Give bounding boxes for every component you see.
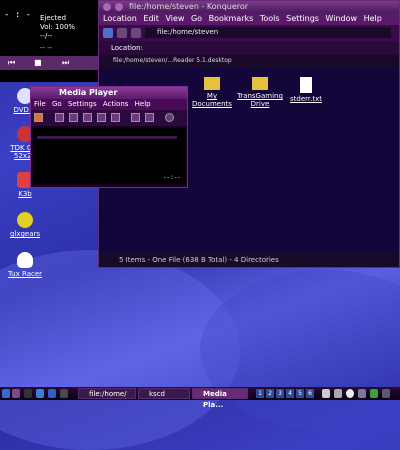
mp-menu-settings[interactable]: Settings <box>68 100 97 108</box>
task-media-player[interactable]: Media Pla... <box>192 388 248 409</box>
menu-tools[interactable]: Tools <box>260 14 280 23</box>
desktop-5[interactable]: 5 <box>296 389 304 398</box>
stop-icon[interactable] <box>69 113 78 122</box>
stop-icon[interactable]: ■ <box>34 58 42 67</box>
konqueror-menubar: Location Edit View Go Bookmarks Tools Se… <box>99 13 399 25</box>
network-icon[interactable] <box>334 389 342 398</box>
sound-icon[interactable] <box>322 389 330 398</box>
menu-help[interactable]: Help <box>364 14 382 23</box>
menu-bookmarks[interactable]: Bookmarks <box>209 14 254 23</box>
taskbar: file:/home/ kscd Media Pla... 1 2 3 4 5 … <box>0 387 400 409</box>
task-kscd[interactable]: kscd <box>138 388 190 399</box>
konqueror-toolbar: file:/home/steven <box>99 25 399 41</box>
time-display: --:-- <box>162 174 181 181</box>
window-menu-icon[interactable] <box>103 3 111 11</box>
browser-icon[interactable] <box>36 389 44 398</box>
address-field[interactable]: file:/home/steven <box>145 27 391 38</box>
gear-icon <box>17 212 33 228</box>
menu-go[interactable]: Go <box>191 14 202 23</box>
konqueror-titlebar[interactable]: file:/home/steven - Konqueror <box>99 1 399 13</box>
menu-location[interactable]: Location <box>103 14 137 23</box>
effects-icon[interactable] <box>165 113 174 122</box>
open-icon[interactable] <box>34 113 43 122</box>
playlist-icon[interactable] <box>131 113 140 122</box>
media-icon[interactable] <box>60 389 68 398</box>
folder-icon <box>204 77 220 90</box>
kscd-track-time: --/-- <box>40 32 53 40</box>
desktop-1[interactable]: 1 <box>256 389 264 398</box>
kscd-volume: Vol: 100% <box>40 23 76 31</box>
tux-icon <box>17 252 33 268</box>
status-bar: 5 Items - One File (638 B Total) - 4 Dir… <box>99 253 399 267</box>
menu-view[interactable]: View <box>165 14 184 23</box>
desktop-icon-tuxracer[interactable]: Tux Racer <box>0 252 50 278</box>
media-player-menubar: File Go Settings Actions Help <box>31 99 187 110</box>
kscd-controls[interactable]: ⏮ ■ ⏭ <box>0 56 100 70</box>
pause-icon[interactable] <box>97 113 106 122</box>
desktop-4[interactable]: 4 <box>286 389 294 398</box>
update-icon[interactable] <box>370 389 378 398</box>
eject-icon[interactable] <box>145 113 154 122</box>
up-icon[interactable] <box>103 28 113 38</box>
show-desktop-icon[interactable] <box>12 389 20 398</box>
tab-bar: file:/home/steven/...Reader 5.1.desktop <box>99 55 399 67</box>
kscd-dashes: -- -- <box>40 44 53 52</box>
location-bar: Location: <box>99 41 399 55</box>
media-player-window: Media Player File Go Settings Actions He… <box>30 86 188 188</box>
back-icon[interactable] <box>117 28 127 38</box>
text-file-icon <box>300 77 312 93</box>
prev-icon[interactable] <box>55 113 64 122</box>
forward-icon[interactable] <box>131 28 141 38</box>
media-player-titlebar[interactable]: Media Player <box>31 87 187 99</box>
desktop-6[interactable]: 6 <box>306 389 314 398</box>
prev-icon[interactable]: ⏮ <box>8 58 15 68</box>
desktop-2[interactable]: 2 <box>266 389 274 398</box>
tab-item[interactable]: file:/home/steven/...Reader 5.1.desktop <box>113 57 232 64</box>
menu-settings[interactable]: Settings <box>286 14 319 23</box>
folder-transgaming-drive[interactable]: TransGaming Drive <box>235 77 285 108</box>
sticky-icon[interactable] <box>115 3 123 11</box>
next-icon[interactable] <box>111 113 120 122</box>
folder-my-documents[interactable]: My Documents <box>187 77 237 108</box>
menu-window[interactable]: Window <box>325 14 357 23</box>
folder-icon <box>252 77 268 90</box>
terminal-icon[interactable] <box>24 389 32 398</box>
mp-menu-help[interactable]: Help <box>135 100 151 108</box>
wallpaper-swirl <box>200 270 400 430</box>
kscd-info: Ejected Vol: 100% --/-- <box>40 14 75 41</box>
video-screen[interactable]: --:-- <box>33 128 185 184</box>
menu-edit[interactable]: Edit <box>143 14 159 23</box>
lock-icon[interactable] <box>382 389 390 398</box>
klipper-icon[interactable] <box>358 389 366 398</box>
desktop-3[interactable]: 3 <box>276 389 284 398</box>
location-label: Location: <box>111 44 143 52</box>
file-stderr[interactable]: stderr.txt <box>281 77 331 103</box>
play-icon[interactable] <box>83 113 92 122</box>
task-konqueror[interactable]: file:/home/ <box>78 388 136 399</box>
kscd-player: - : - Ejected Vol: 100% --/-- -- -- ⏮ ■ … <box>0 0 100 82</box>
seek-bar[interactable] <box>37 136 177 139</box>
files-icon[interactable] <box>48 389 56 398</box>
desktop-icon-glxgears[interactable]: glxgears <box>0 212 50 238</box>
mp-menu-go[interactable]: Go <box>52 100 62 108</box>
media-player-title: Media Player <box>59 88 118 97</box>
kscd-display: - : - <box>4 10 32 20</box>
mp-menu-file[interactable]: File <box>34 100 46 108</box>
mp-menu-actions[interactable]: Actions <box>103 100 129 108</box>
window-title: file:/home/steven - Konqueror <box>129 2 249 11</box>
kscd-status: Ejected <box>40 14 67 22</box>
k-menu-icon[interactable] <box>2 389 10 398</box>
media-player-toolbar <box>31 110 187 126</box>
next-icon[interactable]: ⏭ <box>62 58 69 68</box>
clock-icon[interactable] <box>346 389 354 398</box>
